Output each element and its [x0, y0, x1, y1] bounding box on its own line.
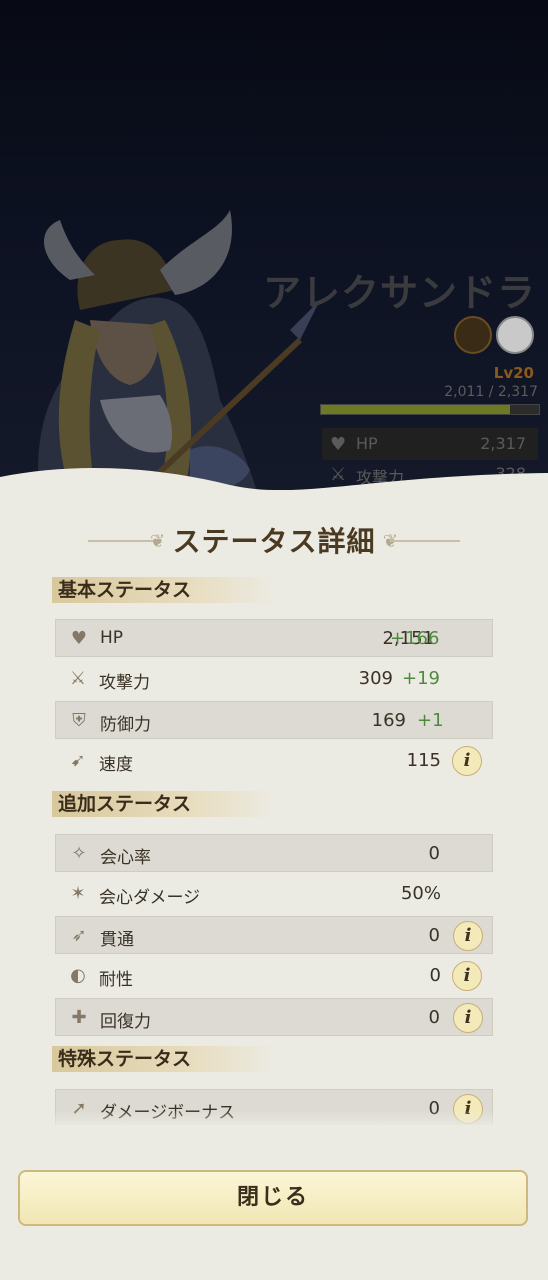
- heart-icon: ♥: [70, 628, 88, 649]
- stat-value: 50%: [400, 883, 441, 904]
- stat-label: 会心率: [100, 848, 151, 868]
- boot-icon: ➹: [70, 750, 86, 771]
- stat-label: 貫通: [100, 930, 134, 950]
- ornament-line-right: [390, 540, 460, 542]
- section-additional: 追加ステータス: [52, 791, 278, 817]
- stat-label: 防御力: [100, 715, 151, 735]
- stat-bonus: +166: [390, 628, 440, 649]
- pierce-icon: ➶: [71, 925, 87, 946]
- stat-value: 169: [371, 710, 406, 731]
- stat-row-crit-rate: ✧ 会心率 0: [55, 834, 493, 872]
- stat-row-heal: ✚ 回復力 0 i: [55, 998, 493, 1036]
- close-button[interactable]: 閉じる: [18, 1170, 528, 1226]
- stat-row-resist: ◐ 耐性 0 i: [55, 957, 493, 995]
- element-icon: [454, 316, 492, 354]
- stat-row-speed: ➹ 速度 115 i: [55, 742, 493, 780]
- stat-value: 0: [429, 965, 441, 986]
- header-stat-label: HP: [356, 434, 378, 453]
- stat-label: 耐性: [99, 970, 133, 990]
- stat-value: 0: [428, 925, 440, 946]
- class-icon: [496, 316, 534, 354]
- panel-title: ステータス詳細: [172, 525, 376, 558]
- stat-row-defense: ⛨ 防御力 169 +1: [55, 701, 493, 739]
- heal-icon: ✚: [71, 1007, 87, 1028]
- stat-label: 攻撃力: [99, 673, 150, 693]
- section-basic: 基本ステータス: [52, 577, 278, 603]
- hp-readout: 2,011 / 2,317: [444, 384, 538, 400]
- resist-icon: ◐: [70, 965, 86, 986]
- info-button-speed[interactable]: i: [452, 746, 482, 776]
- critical-icon: ✧: [71, 843, 87, 864]
- stat-label: HP: [100, 628, 124, 648]
- critical-damage-icon: ✶: [70, 883, 86, 904]
- stat-label: 会心ダメージ: [99, 888, 201, 908]
- shield-icon: ⛨: [72, 710, 86, 731]
- info-button-pierce[interactable]: i: [453, 921, 483, 951]
- level-label: Lv20: [493, 364, 534, 382]
- stat-label: 回復力: [100, 1012, 151, 1032]
- panel-header: ❦ ステータス詳細 ❦: [0, 520, 548, 560]
- scroll-fade: [0, 1110, 548, 1134]
- stat-row-crit-damage: ✶ 会心ダメージ 50%: [55, 875, 493, 913]
- info-button-heal[interactable]: i: [453, 1003, 483, 1033]
- stat-bonus: +1: [417, 710, 444, 731]
- hp-bar: [320, 404, 540, 415]
- stat-value: 0: [428, 843, 440, 864]
- stat-value: 309: [358, 668, 393, 689]
- ornament-line-left: [88, 540, 158, 542]
- character-name: アレクサンドラ: [262, 271, 536, 315]
- stat-value: 115: [406, 750, 441, 771]
- stat-value: 0: [428, 1007, 440, 1028]
- stat-row-hp: ♥ HP 2,151 +166: [55, 619, 493, 657]
- stat-row-pierce: ➶ 貫通 0 i: [55, 916, 493, 954]
- sword-icon: ⚔: [69, 668, 87, 689]
- heart-icon: ♥: [330, 434, 347, 455]
- stat-row-attack: ⚔ 攻撃力 309 +19: [55, 660, 493, 698]
- header-stat-value: 2,317: [480, 434, 526, 453]
- ornament-left-icon: ❦: [150, 531, 166, 552]
- info-button-resist[interactable]: i: [452, 961, 482, 991]
- stat-bonus: +19: [402, 668, 440, 689]
- stat-label: 速度: [99, 755, 133, 775]
- section-special: 特殊ステータス: [52, 1046, 278, 1072]
- hp-bar-fill: [321, 405, 511, 414]
